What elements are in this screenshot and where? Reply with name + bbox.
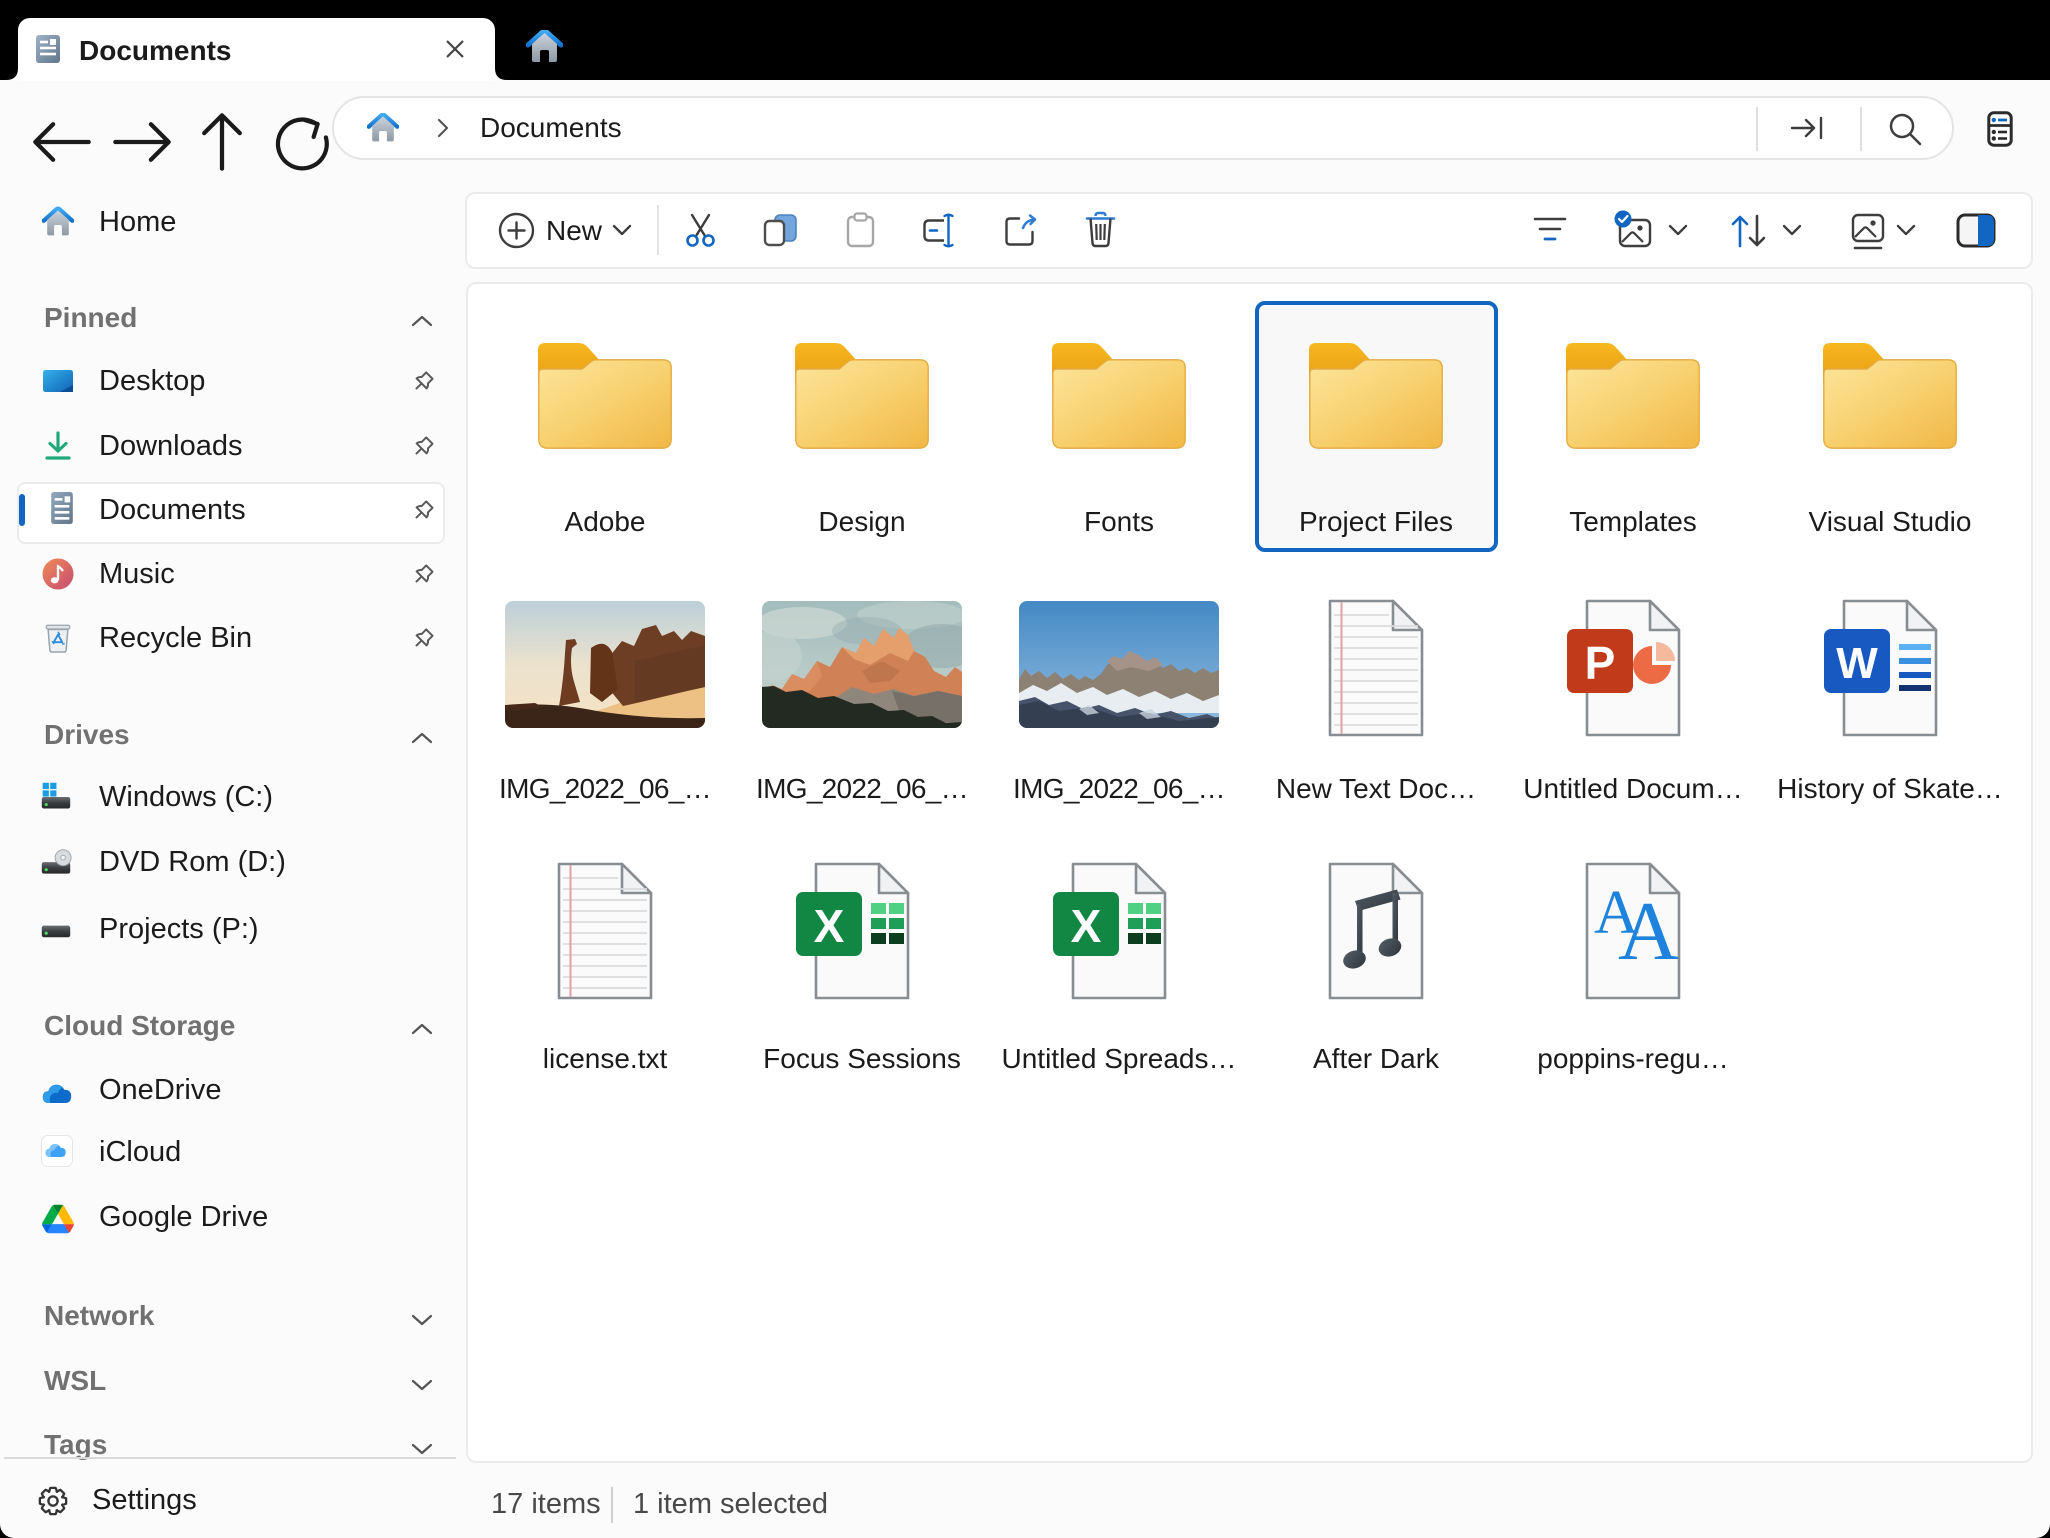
svg-text:X: X — [814, 900, 845, 952]
svg-text:W: W — [1836, 639, 1878, 688]
svg-text:X: X — [1071, 900, 1102, 952]
svg-text:P: P — [1585, 637, 1616, 689]
